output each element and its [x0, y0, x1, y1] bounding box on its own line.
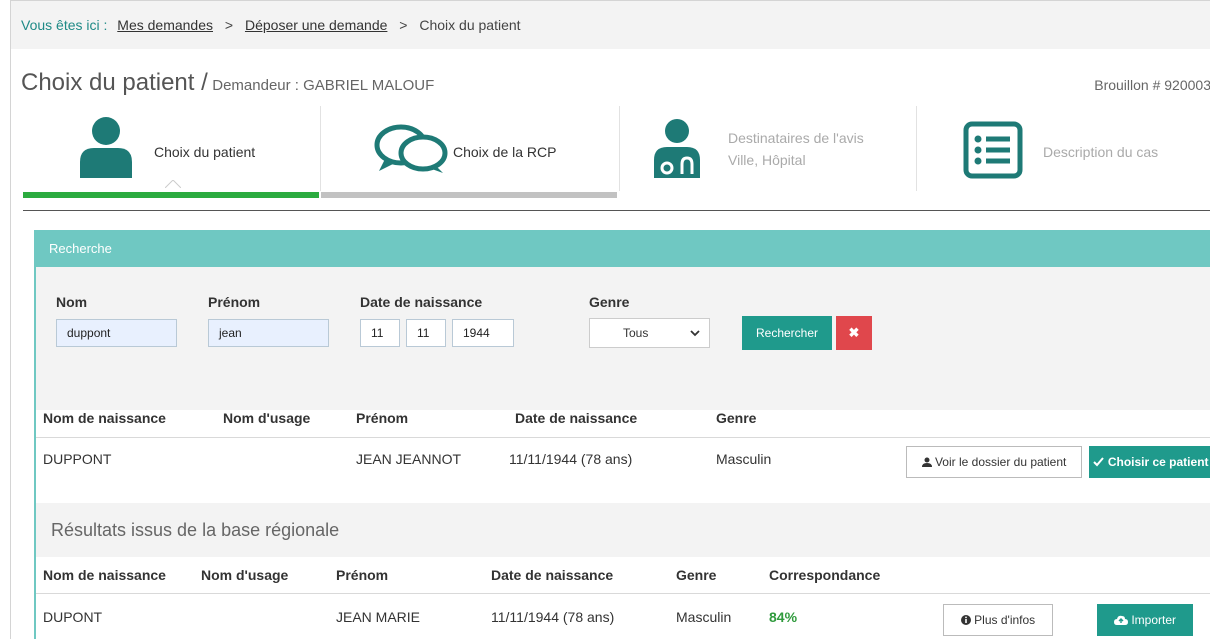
chevron-down-icon	[690, 330, 700, 337]
page-frame: Vous êtes ici : Mes demandes > Déposer u…	[10, 0, 1210, 639]
choose-patient-button[interactable]: Choisir ce patient	[1089, 446, 1210, 478]
info-icon	[960, 615, 971, 625]
more-info-button[interactable]: Plus d'infos	[943, 604, 1053, 636]
cell-genre: Masculin	[676, 609, 732, 625]
import-button[interactable]: Importer	[1097, 604, 1193, 636]
dob-day-input[interactable]: 11	[360, 319, 400, 347]
clear-search-button[interactable]: ✖	[836, 316, 872, 350]
genre-select[interactable]: Tous	[589, 318, 710, 348]
step-description[interactable]: Description du cas	[916, 106, 1210, 191]
cell-dob: 11/11/1944 (78 ans)	[509, 451, 633, 467]
check-icon	[1093, 457, 1105, 467]
search-panel-title: Recherche	[36, 230, 1210, 267]
column-header: Genre	[716, 410, 757, 426]
page-title: Choix du patient /	[21, 69, 208, 96]
person-icon	[80, 117, 132, 178]
cell-prenom: JEAN JEANNOT	[356, 451, 462, 467]
breadcrumb-separator: >	[399, 17, 408, 33]
column-header: Prénom	[356, 410, 409, 426]
nom-label: Nom	[56, 294, 88, 310]
step-label: Destinataires de l'avis	[728, 130, 864, 146]
step-label: Choix de la RCP	[453, 144, 557, 160]
breadcrumb-current: Choix du patient	[419, 17, 521, 33]
requester-label: Demandeur : GABRIEL MALOUF	[212, 77, 435, 94]
wizard-steps: Choix du patient Choix de la RCP Destina…	[23, 106, 1210, 198]
regional-results-title: Résultats issus de la base régionale	[36, 503, 1210, 557]
page-title-row: Choix du patient / Demandeur : GABRIEL M…	[21, 69, 1210, 109]
dob-month-input[interactable]: 11	[406, 319, 446, 347]
breadcrumb-separator: >	[224, 17, 234, 33]
breadcrumb-link-mes-demandes[interactable]: Mes demandes	[117, 17, 213, 33]
cell-match: 84%	[769, 609, 798, 625]
divider	[36, 437, 1210, 438]
column-header: Date de naissance	[491, 567, 614, 583]
choose-patient-label: Choisir ce patient	[1107, 455, 1209, 469]
results-area: Nom de naissance Nom d'usage Prénom Date…	[34, 410, 1210, 639]
cell-nom: DUPONT	[43, 609, 103, 625]
list-icon	[963, 121, 1023, 179]
more-info-label: Plus d'infos	[974, 613, 1036, 627]
step-destinataires[interactable]: Destinataires de l'avis Ville, Hôpital	[619, 106, 917, 191]
breadcrumb-prefix: Vous êtes ici :	[21, 17, 108, 33]
genre-label: Genre	[589, 294, 630, 310]
breadcrumb-link-deposer[interactable]: Déposer une demande	[245, 17, 387, 33]
column-header: Nom d'usage	[201, 567, 289, 583]
import-label: Importer	[1131, 613, 1177, 627]
cell-dob: 11/11/1944 (78 ans)	[491, 609, 615, 625]
step-label: Description du cas	[1043, 144, 1159, 160]
view-patient-file-button[interactable]: Voir le dossier du patient	[906, 446, 1082, 478]
step-choix-rcp[interactable]: Choix de la RCP	[321, 106, 620, 191]
column-header: Date de naissance	[515, 410, 638, 426]
nom-input[interactable]: duppont	[56, 319, 177, 347]
breadcrumb: Vous êtes ici : Mes demandes > Déposer u…	[11, 1, 1210, 49]
doctor-icon	[654, 119, 700, 178]
search-button[interactable]: Rechercher	[742, 316, 832, 350]
prenom-input[interactable]: jean	[208, 319, 329, 347]
dob-label: Date de naissance	[360, 294, 483, 310]
genre-select-value: Tous	[623, 326, 649, 340]
column-header: Genre	[676, 567, 717, 583]
cloud-upload-icon	[1113, 615, 1128, 625]
column-header: Correspondance	[769, 567, 881, 583]
prenom-label: Prénom	[208, 294, 261, 310]
column-header: Nom de naissance	[43, 410, 166, 426]
user-icon	[921, 457, 932, 467]
cell-prenom: JEAN MARIE	[336, 609, 421, 625]
active-step-caret	[165, 180, 181, 188]
step-sublabel: Ville, Hôpital	[728, 152, 806, 168]
speech-bubbles-icon	[374, 124, 448, 173]
cell-genre: Masculin	[716, 451, 772, 467]
column-header: Prénom	[336, 567, 389, 583]
view-patient-file-label: Voir le dossier du patient	[934, 455, 1067, 469]
draft-number: Brouillon # 920003	[1094, 77, 1210, 93]
cell-nom: DUPPONT	[43, 451, 112, 467]
step-label: Choix du patient	[154, 144, 256, 160]
divider	[36, 593, 1210, 594]
dob-year-input[interactable]: 1944	[452, 319, 514, 347]
step-progress-bar-active	[23, 192, 319, 198]
divider	[23, 210, 1210, 211]
column-header: Nom d'usage	[223, 410, 311, 426]
search-panel: Recherche Nom duppont Prénom jean Date d…	[34, 230, 1210, 410]
step-choix-patient[interactable]: Choix du patient	[23, 106, 321, 191]
step-progress-bar	[321, 192, 617, 198]
column-header: Nom de naissance	[43, 567, 166, 583]
